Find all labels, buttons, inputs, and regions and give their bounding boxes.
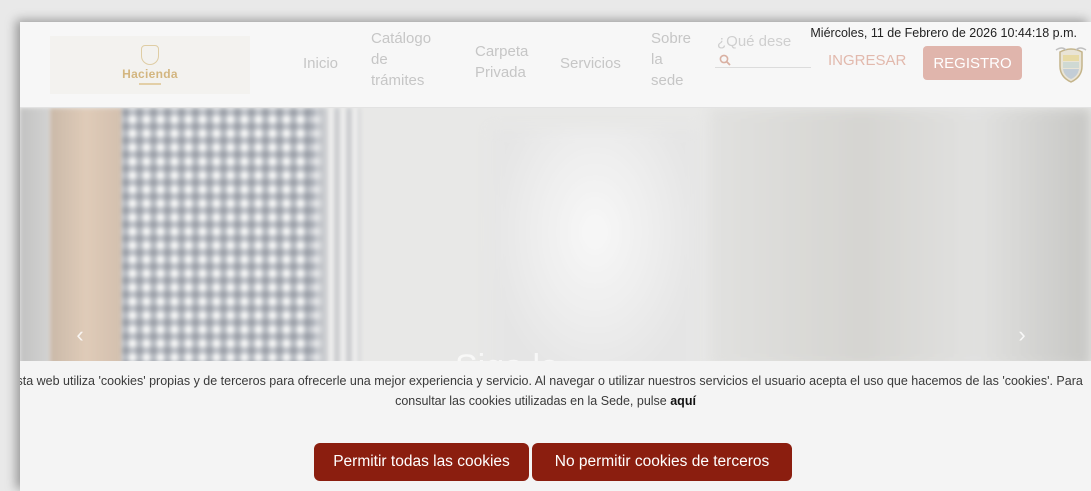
chevron-left-icon[interactable]: ‹ (68, 323, 92, 347)
cookie-notice-text: Esta web utiliza 'cookies' propias y de … (20, 371, 1091, 411)
nav-carpeta-line-2: Privada (475, 64, 526, 81)
chevron-right-icon[interactable]: › (1010, 323, 1034, 347)
logo-crest-icon (141, 45, 159, 65)
nav-sobre-line-3: sede (651, 72, 684, 89)
cookie-info-link[interactable]: aquí (670, 394, 696, 408)
search-box (715, 30, 811, 68)
logo-underline (139, 83, 161, 85)
deny-third-party-cookies-button[interactable]: No permitir cookies de terceros (532, 443, 792, 481)
hero-carousel: ‹ › Siga la Esta web utiliza 'cookies' p… (20, 108, 1091, 491)
site-header: Hacienda Inicio Catálogo de trámites Car… (20, 22, 1091, 108)
cookie-notice-body: Esta web utiliza 'cookies' propias y de … (20, 374, 1083, 408)
registro-button[interactable]: REGISTRO (923, 46, 1022, 80)
nav-catalogo-tramites[interactable]: Catálogo de trámites (371, 28, 431, 91)
browser-page: Hacienda Inicio Catálogo de trámites Car… (20, 22, 1091, 491)
nav-carpeta-privada[interactable]: Carpeta Privada (475, 41, 528, 83)
nav-servicios[interactable]: Servicios (560, 53, 621, 74)
allow-all-cookies-button[interactable]: Permitir todas las cookies (314, 443, 529, 481)
nav-sobre-line-1: Sobre (651, 30, 692, 47)
logo-text: Hacienda (122, 67, 178, 81)
search-icon[interactable] (719, 54, 731, 66)
nav-catalogo-line-1: Catálogo (371, 30, 432, 47)
cookie-banner: Esta web utiliza 'cookies' propias y de … (20, 361, 1091, 491)
search-input[interactable] (715, 30, 805, 52)
current-datetime: Miércoles, 11 de Febrero de 2026 10:44:1… (810, 26, 1077, 40)
ingresar-button[interactable]: INGRESAR (828, 52, 906, 69)
nav-catalogo-line-3: trámites (371, 72, 425, 89)
coat-of-arms-icon[interactable] (1054, 44, 1088, 84)
nav-catalogo-line-2: de (371, 51, 388, 68)
nav-sobre-la-sede[interactable]: Sobre la sede (651, 28, 691, 91)
hacienda-logo[interactable]: Hacienda (50, 36, 250, 94)
nav-sobre-line-2: la (651, 51, 663, 68)
nav-carpeta-line-1: Carpeta (475, 43, 529, 60)
nav-inicio[interactable]: Inicio (303, 53, 338, 74)
